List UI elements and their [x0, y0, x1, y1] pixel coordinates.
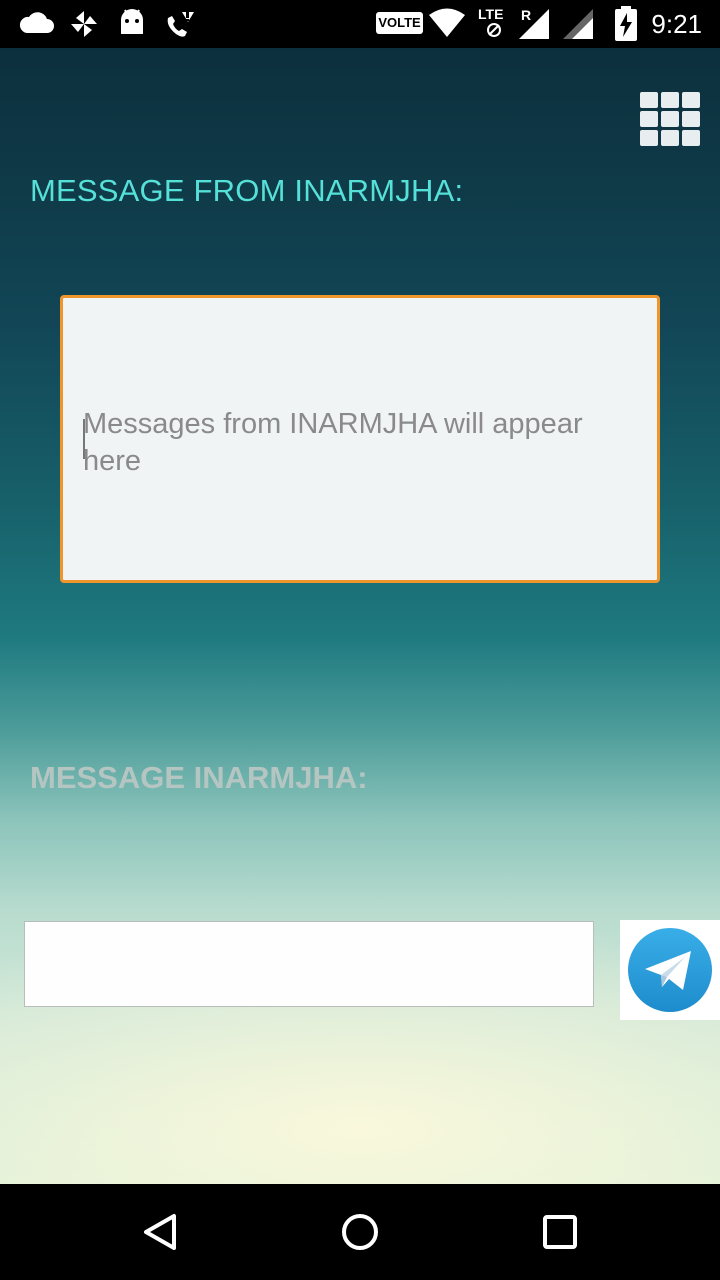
- signal-icon: [519, 9, 549, 39]
- data-off-icon: [487, 23, 501, 37]
- screen: VOLTE LTE R 9:21 MESSAGE FROM INARMJHA: …: [0, 0, 720, 1280]
- label-message-to: MESSAGE INARMJHA:: [30, 760, 368, 795]
- signal-icon-2: [563, 9, 593, 39]
- grid-cell: [682, 92, 700, 108]
- received-message-box[interactable]: Messages from INARMJHA will appear here: [60, 295, 660, 583]
- grid-cell: [661, 130, 679, 146]
- grid-cell: [661, 92, 679, 108]
- volte-badge: VOLTE: [376, 12, 423, 34]
- status-time: 9:21: [651, 9, 702, 39]
- telegram-send-icon: [628, 928, 712, 1012]
- pinwheel-icon: [71, 11, 97, 37]
- message-input[interactable]: [24, 921, 594, 1007]
- grid-cell: [640, 92, 658, 108]
- lte-label: LTE: [478, 6, 504, 22]
- back-icon[interactable]: [136, 1208, 184, 1256]
- message-placeholder: Messages from INARMJHA will appear here: [83, 408, 583, 477]
- grid-cell: [640, 111, 658, 127]
- label-message-from: MESSAGE FROM INARMJHA:: [30, 173, 464, 208]
- wifi-icon: [429, 8, 465, 37]
- grid-menu-icon[interactable]: [640, 92, 700, 146]
- app-area: MESSAGE FROM INARMJHA: Messages from INA…: [0, 48, 720, 1184]
- status-bar: VOLTE LTE R 9:21: [0, 0, 720, 48]
- grid-cell: [661, 111, 679, 127]
- navigation-bar: [0, 1184, 720, 1280]
- android-icon: [121, 9, 143, 34]
- send-button[interactable]: [620, 920, 720, 1020]
- cloud-icon: [19, 12, 54, 33]
- wifi-call-icon: [167, 12, 194, 37]
- recents-icon[interactable]: [536, 1208, 584, 1256]
- grid-cell: [682, 111, 700, 127]
- grid-cell: [682, 130, 700, 146]
- grid-cell: [640, 130, 658, 146]
- battery-charging-icon: [615, 6, 637, 41]
- home-icon[interactable]: [336, 1208, 384, 1256]
